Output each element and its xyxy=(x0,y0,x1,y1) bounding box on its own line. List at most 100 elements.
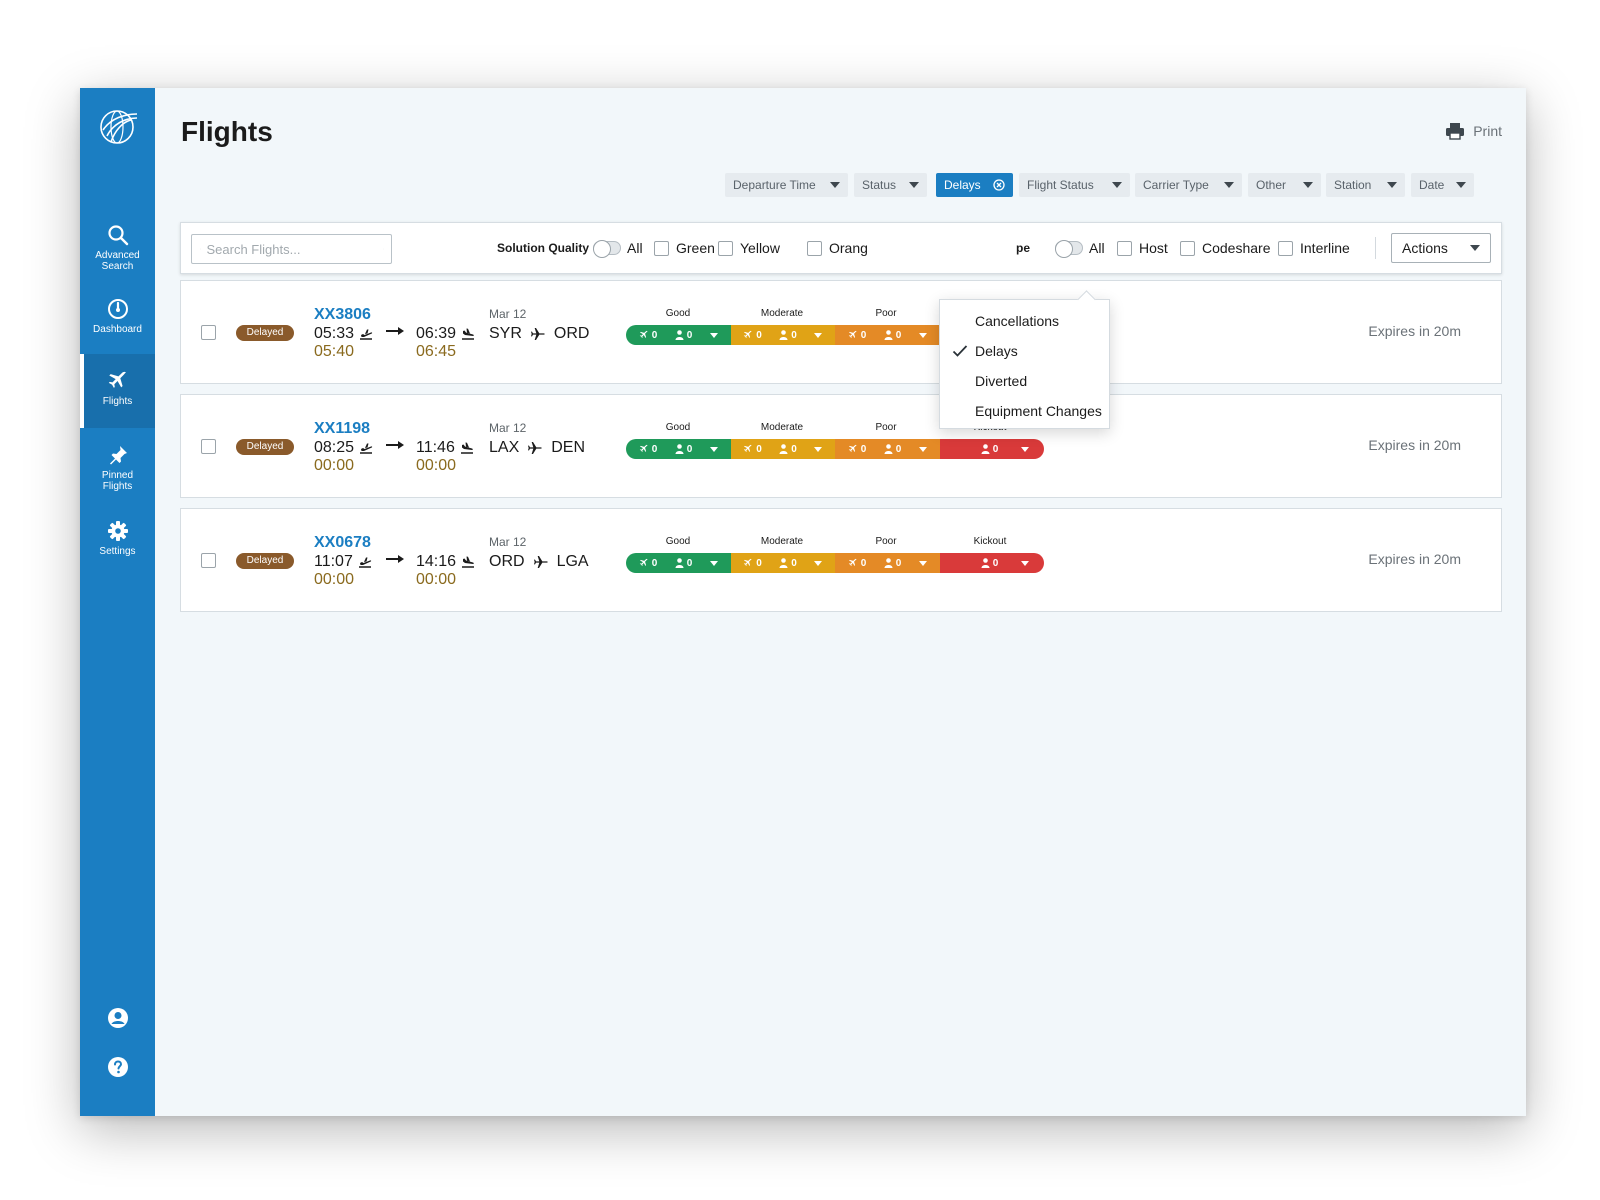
sidebar-item-pinned-flights[interactable]: Pinned Flights xyxy=(80,444,155,492)
count-value: 0 xyxy=(686,443,693,455)
checkbox-interline[interactable]: Interline xyxy=(1278,223,1350,273)
filter-date[interactable]: Date xyxy=(1411,173,1474,197)
quality-moderate-segment[interactable]: 00 xyxy=(730,553,835,573)
actions-dropdown[interactable]: Actions xyxy=(1391,233,1491,263)
quality-kickout-segment[interactable]: 0 xyxy=(939,553,1044,573)
checkbox[interactable] xyxy=(718,240,733,256)
sidebar-item-flights[interactable]: Flights xyxy=(80,354,155,428)
flight-number-link[interactable]: XX3806 xyxy=(314,306,371,324)
help-icon xyxy=(107,1057,128,1077)
search-box xyxy=(191,234,392,264)
sidebar-item-advanced-search[interactable]: Advanced Search xyxy=(80,224,155,272)
quality-poor-segment[interactable]: 00 xyxy=(835,439,940,459)
flight-row[interactable]: Delayed XX0678 11:07 00:00 14:16 00:00 Mar 12 O… xyxy=(180,508,1502,612)
count-value: 0 xyxy=(895,443,902,455)
flight-date: Mar 12 xyxy=(489,421,527,435)
status-badge: Delayed xyxy=(236,553,294,569)
sidebar-item-label: Flights xyxy=(102,481,133,492)
quality-label: Moderate xyxy=(760,308,804,319)
quality-kickout-segment[interactable]: 0 xyxy=(939,439,1044,459)
print-button[interactable]: Print xyxy=(1445,122,1502,140)
flight-date: Mar 12 xyxy=(489,307,527,321)
chevron-down-icon[interactable] xyxy=(709,560,718,566)
clear-filter-icon[interactable] xyxy=(993,179,1005,191)
quality-moderate-segment[interactable]: 00 xyxy=(730,439,835,459)
dropdown-item-cancellations[interactable]: Cancellations xyxy=(975,313,1059,329)
actions-label: Actions xyxy=(1402,240,1448,256)
checkbox[interactable] xyxy=(807,240,822,256)
search-input[interactable] xyxy=(206,241,383,257)
dropdown-item-equipment-changes[interactable]: Equipment Changes xyxy=(975,403,1102,419)
poor-flights: 0 xyxy=(848,558,866,569)
sidebar-item-settings[interactable]: Settings xyxy=(80,520,155,557)
quality-all-toggle[interactable]: All xyxy=(593,223,643,273)
toggle-switch[interactable] xyxy=(593,240,621,258)
checkbox-orange[interactable]: Orang xyxy=(807,223,868,273)
moderate-pax: 0 xyxy=(779,558,797,569)
quality-label: Kickout xyxy=(973,536,1007,547)
flight-row[interactable]: Delayed XX1198 08:25 00:00 11:46 00:00 Mar 12 L… xyxy=(180,394,1502,498)
chevron-down-icon[interactable] xyxy=(709,446,718,452)
solution-quality-bar: 0000000 xyxy=(626,439,1044,459)
quality-good-segment[interactable]: 00 xyxy=(626,439,731,459)
quality-poor-segment[interactable]: 00 xyxy=(835,325,940,345)
chevron-down-icon[interactable] xyxy=(918,332,927,338)
filter-carrier-type[interactable]: Carrier Type xyxy=(1135,173,1242,197)
quality-moderate-segment[interactable]: 00 xyxy=(730,325,835,345)
checkbox[interactable] xyxy=(1180,240,1195,256)
passenger-icon xyxy=(884,558,893,568)
chevron-down-icon xyxy=(909,182,919,188)
chevron-down-icon[interactable] xyxy=(814,446,823,452)
host-label: Host xyxy=(1139,240,1168,256)
dropdown-item-delays[interactable]: Delays xyxy=(975,343,1018,359)
chevron-down-icon[interactable] xyxy=(918,446,927,452)
carrier-all-toggle[interactable]: All xyxy=(1055,223,1105,273)
chevron-down-icon[interactable] xyxy=(1020,560,1029,566)
filter-delays[interactable]: Delays xyxy=(936,173,1013,197)
chevron-down-icon[interactable] xyxy=(918,560,927,566)
status-badge: Delayed xyxy=(236,325,294,341)
filter-status[interactable]: Status xyxy=(854,173,927,197)
count-value: 0 xyxy=(756,329,762,341)
quality-label: Good xyxy=(665,422,691,433)
chevron-down-icon[interactable] xyxy=(1020,446,1029,452)
passenger-icon xyxy=(675,330,684,340)
dropdown-item-diverted[interactable]: Diverted xyxy=(975,373,1027,389)
row-select-checkbox[interactable] xyxy=(201,325,216,340)
checkbox-green[interactable]: Green xyxy=(654,223,715,273)
chevron-down-icon[interactable] xyxy=(814,560,823,566)
user-profile-button[interactable] xyxy=(80,1007,155,1034)
passenger-icon xyxy=(884,330,893,340)
chevron-down-icon[interactable] xyxy=(814,332,823,338)
passenger-icon xyxy=(779,444,788,454)
checkbox[interactable] xyxy=(1117,240,1132,256)
quality-good-segment[interactable]: 00 xyxy=(626,553,731,573)
passenger-icon xyxy=(779,330,788,340)
filter-label: Station xyxy=(1334,178,1372,192)
arrow-right-icon[interactable] xyxy=(382,242,384,256)
checkbox-codeshare[interactable]: Codeshare xyxy=(1180,223,1271,273)
row-select-checkbox[interactable] xyxy=(201,439,216,454)
toggle-switch[interactable] xyxy=(1055,240,1083,258)
flight-row[interactable]: Delayed XX3806 05:33 05:40 06:39 06:45 Mar 12 S… xyxy=(180,280,1502,384)
filter-other[interactable]: Other xyxy=(1248,173,1321,197)
filter-departure-time[interactable]: Departure Time xyxy=(725,173,848,197)
filter-station[interactable]: Station xyxy=(1326,173,1405,197)
flight-number-link[interactable]: XX0678 xyxy=(314,534,371,552)
sidebar-item-dashboard[interactable]: Dashboard xyxy=(80,298,155,335)
filter-label: Flight Status xyxy=(1027,178,1094,192)
filter-flight-status[interactable]: Flight Status xyxy=(1019,173,1130,197)
quality-good-segment[interactable]: 00 xyxy=(626,325,731,345)
row-select-checkbox[interactable] xyxy=(201,553,216,568)
checkbox-yellow[interactable]: Yellow xyxy=(718,223,780,273)
checkbox[interactable] xyxy=(1278,240,1293,256)
checkbox[interactable] xyxy=(654,240,669,256)
quality-poor-segment[interactable]: 00 xyxy=(835,553,940,573)
chevron-down-icon[interactable] xyxy=(709,332,718,338)
checkbox-host[interactable]: Host xyxy=(1117,223,1168,273)
help-button[interactable] xyxy=(80,1056,155,1083)
flight-number-link[interactable]: XX1198 xyxy=(314,420,370,438)
status-badge: Delayed xyxy=(236,439,294,455)
plane-icon xyxy=(528,442,542,454)
checkmark-icon xyxy=(952,345,968,357)
